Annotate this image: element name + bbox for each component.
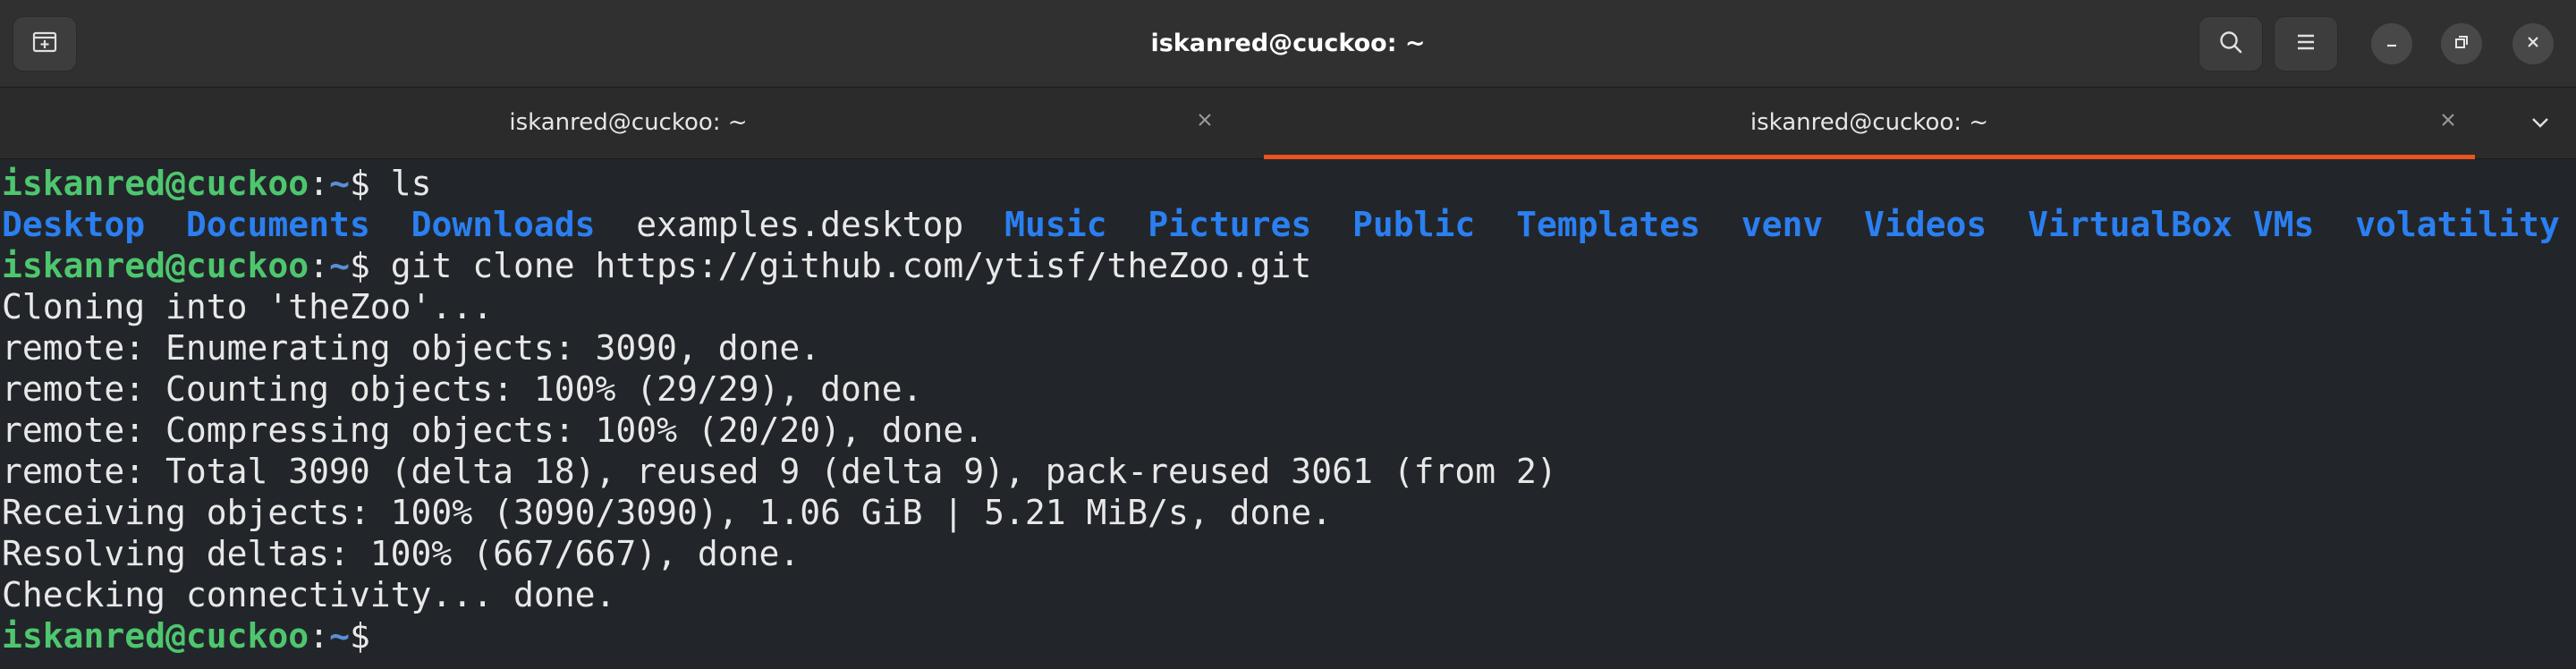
output-line: Receiving objects: 100% (3090/3090), 1.0…: [2, 493, 1333, 532]
search-button[interactable]: [2199, 16, 2263, 72]
search-icon: [2217, 29, 2244, 59]
ls-file-entry: examples.desktop: [636, 205, 964, 244]
tab-1[interactable]: iskanred@cuckoo: ~: [0, 88, 1257, 159]
hamburger-menu-icon: [2294, 32, 2318, 55]
prompt-user-host: iskanred@cuckoo: [2, 164, 309, 203]
tab-bar: iskanred@cuckoo: ~ iskanred@cuckoo: ~: [0, 88, 2576, 160]
output-line: remote: Total 3090 (delta 18), reused 9 …: [2, 452, 1557, 491]
output-line: Checking connectivity... done.: [2, 575, 616, 614]
tab-2[interactable]: iskanred@cuckoo: ~: [1257, 88, 2482, 160]
prompt-symbol: $: [349, 164, 370, 203]
close-icon: [1197, 112, 1213, 131]
prompt-path: ~: [329, 246, 350, 285]
window-title: iskanred@cuckoo: ~: [1150, 30, 1426, 57]
prompt-separator: :: [309, 616, 330, 656]
minimize-icon: [2383, 33, 2401, 55]
tab-close-button[interactable]: [1191, 108, 1218, 135]
prompt-user-host: iskanred@cuckoo: [2, 616, 309, 656]
close-icon: [2524, 33, 2542, 55]
output-line: remote: Enumerating objects: 3090, done.: [2, 328, 821, 368]
ls-directory-entry: Templates: [1516, 205, 1700, 244]
output-line: remote: Compressing objects: 100% (20/20…: [2, 411, 985, 450]
output-line: Cloning into 'theZoo'...: [2, 287, 494, 326]
tab-label: iskanred@cuckoo: ~: [1750, 109, 1989, 136]
prompt-line: iskanred@cuckoo:~$ ls: [2, 163, 431, 204]
prompt-user-host: iskanred@cuckoo: [2, 246, 309, 285]
prompt-separator: :: [309, 246, 330, 285]
prompt-line: iskanred@cuckoo:~$ git clone https://git…: [2, 245, 1311, 286]
ls-directory-entry: venv: [1741, 205, 1824, 244]
ls-output-line: Desktop Documents Downloads examples.des…: [2, 204, 2560, 245]
ls-directory-entry: Music: [1004, 205, 1107, 244]
close-icon: [2440, 112, 2456, 131]
command-text: ls: [369, 164, 432, 203]
ls-directory-entry: volatility: [2355, 205, 2560, 244]
terminal-output[interactable]: iskanred@cuckoo:~$ ls Desktop Documents …: [0, 159, 2576, 669]
prompt-symbol: $: [349, 246, 370, 285]
ls-directory-entry: Videos: [1864, 205, 1987, 244]
ls-directory-entry: Public: [1352, 205, 1476, 244]
ls-directory-entry: Desktop: [2, 205, 146, 244]
prompt-line: iskanred@cuckoo:~$: [2, 615, 370, 656]
output-line: Resolving deltas: 100% (667/667), done.: [2, 534, 801, 573]
prompt-path: ~: [329, 164, 350, 203]
minimize-button[interactable]: [2371, 23, 2412, 64]
command-text: git clone https://github.com/ytisf/theZo…: [369, 246, 1312, 285]
ls-directory-entry: Downloads: [411, 205, 596, 244]
tab-close-button[interactable]: [2435, 108, 2462, 135]
output-line: remote: Counting objects: 100% (29/29), …: [2, 369, 923, 409]
tab-label: iskanred@cuckoo: ~: [509, 109, 748, 136]
terminal-window: iskanred@cuckoo: ~ iskanred@cuckoo: ~ is…: [0, 0, 2576, 669]
prompt-path: ~: [329, 616, 350, 656]
restore-button[interactable]: [2441, 23, 2482, 64]
prompt-separator: :: [309, 164, 330, 203]
title-bar: iskanred@cuckoo: ~: [0, 0, 2576, 88]
restore-icon: [2453, 33, 2470, 55]
ls-directory-entry: Pictures: [1148, 205, 1312, 244]
prompt-symbol: $: [349, 616, 370, 656]
ls-directory-entry: VirtualBox VMs: [2028, 205, 2315, 244]
ls-directory-entry: Documents: [185, 205, 370, 244]
tab-overflow-button[interactable]: [2522, 109, 2558, 140]
close-window-button[interactable]: [2512, 23, 2554, 64]
chevron-down-icon: [2529, 115, 2551, 133]
menu-button[interactable]: [2274, 16, 2338, 72]
